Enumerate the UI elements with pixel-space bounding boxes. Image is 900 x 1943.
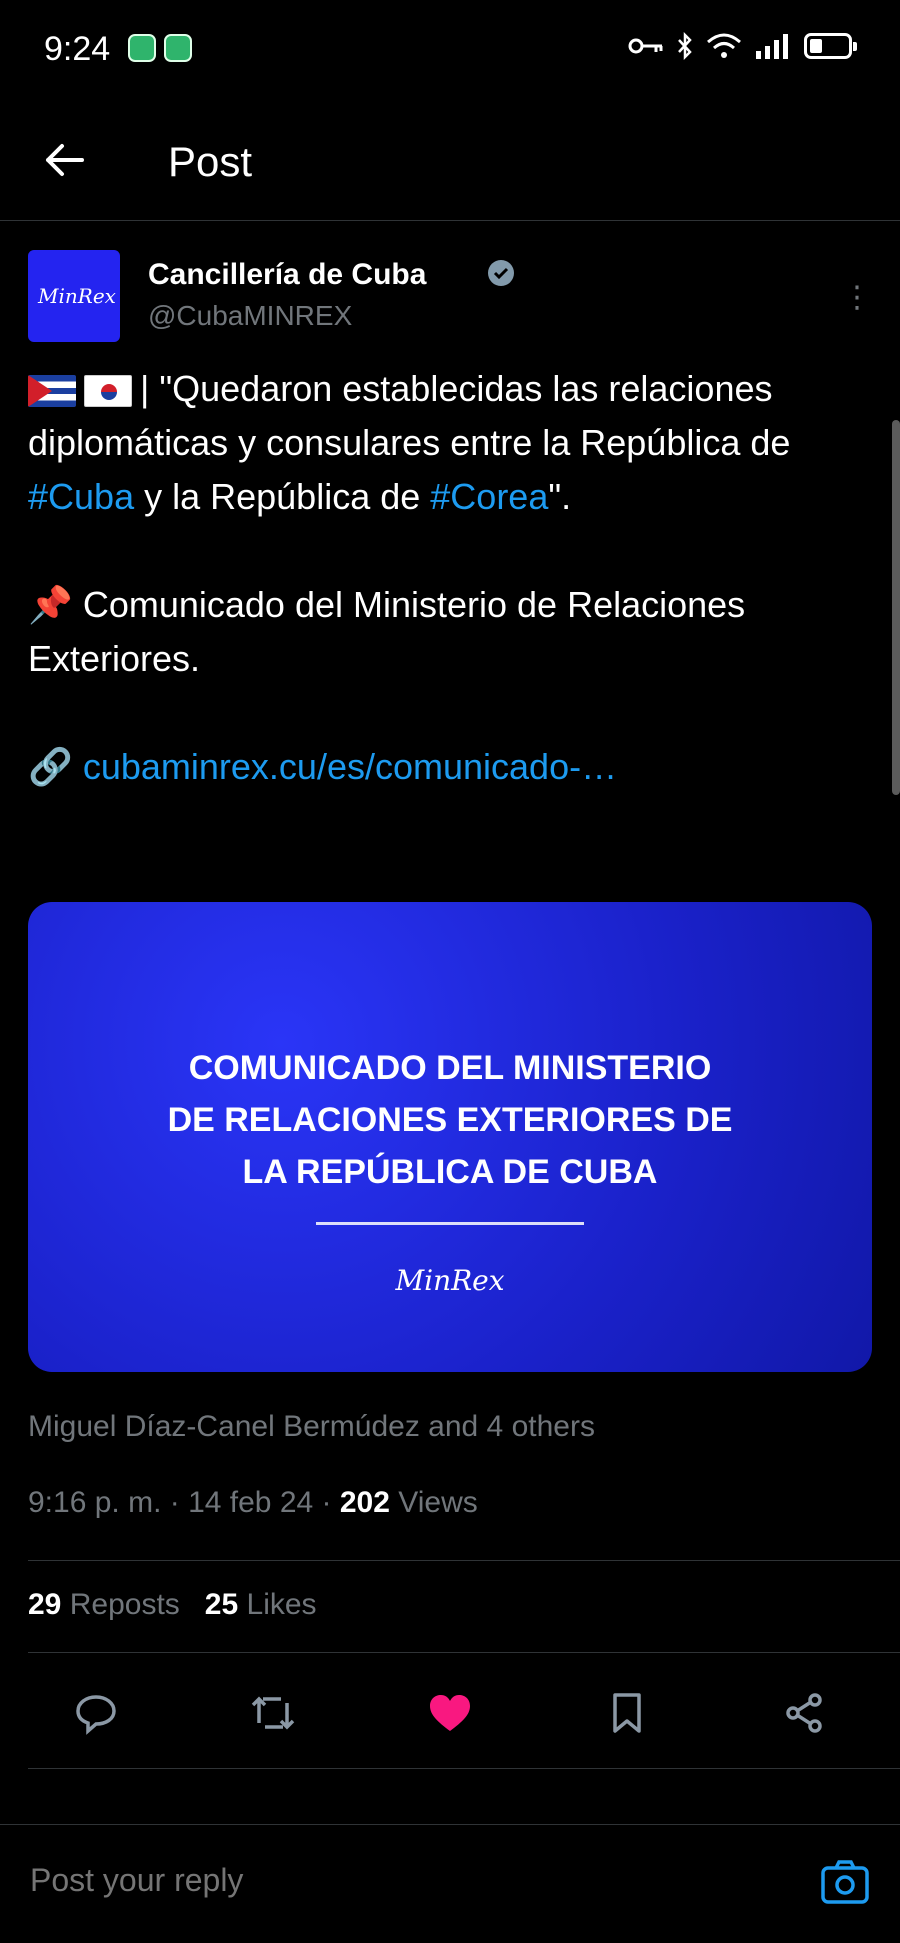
image-text: COMUNICADO DEL MINISTERIO DE RELACIONES … [28,1042,872,1198]
reposts-count[interactable]: 29 [28,1588,61,1621]
author-name[interactable]: Cancillería de Cuba [148,258,426,292]
post-text: | "Quedaron establecidas las relaciones … [28,362,868,794]
reply-icon [76,1695,116,1735]
bookmark-button[interactable] [599,1685,655,1741]
post-author-row: MinRex Cancillería de Cuba @CubaMINREX ⋮ [28,250,872,346]
share-button[interactable] [776,1685,832,1741]
page-title: Post [168,138,253,185]
action-bar [28,1678,872,1748]
image-text-line: COMUNICADO DEL MINISTERIO [188,1049,712,1087]
author-handle[interactable]: @CubaMINREX [148,300,352,332]
reply-button[interactable] [68,1685,124,1741]
notification-icons [128,34,192,62]
more-options-icon[interactable]: ⋮ [842,280,872,320]
share-icon [786,1693,822,1733]
image-text-line: LA REPÚBLICA DE CUBA [242,1153,658,1191]
status-time: 9:24 [44,30,111,68]
bluetooth-icon [678,32,692,60]
liked-by-text[interactable]: Miguel Díaz-Canel Bermúdez and 4 others [28,1410,595,1444]
notification-app-icon [164,34,192,62]
link-icon: 🔗 [28,746,73,787]
likes-count[interactable]: 25 [205,1588,238,1621]
post-time: 9:16 p. m. [28,1486,162,1519]
wifi-icon [707,33,741,58]
image-divider [316,1222,584,1225]
divider [28,1652,900,1653]
hashtag-cuba-link[interactable]: #Cuba [28,476,134,517]
engagement-stats: 29 Reposts 25 Likes [28,1588,317,1622]
top-app-bar: Post [0,110,900,221]
status-bar: 9:24 [0,0,900,100]
divider [28,1560,900,1561]
post-text-segment: Comunicado del Ministerio de Relaciones … [28,584,746,679]
notification-app-icon [128,34,156,62]
repost-button[interactable] [245,1685,301,1741]
key-icon [628,38,663,54]
reposts-label[interactable]: Reposts [70,1588,180,1621]
post-text-segment: ". [548,476,572,517]
heart-filled-icon [430,1695,470,1731]
post-text-segment: | "Quedaron establecidas las relaciones … [28,368,791,463]
verified-badge-icon [488,260,514,286]
system-icons [628,32,857,60]
reply-bar [0,1824,900,1943]
views-count: 202 [339,1486,390,1519]
image-text-line: DE RELACIONES EXTERIORES DE [167,1101,733,1139]
back-arrow-icon[interactable] [42,138,86,182]
like-button[interactable] [422,1685,478,1741]
hashtag-corea-link[interactable]: #Corea [430,476,548,517]
camera-icon[interactable] [820,1857,870,1907]
avatar-logo-text: MinRex [38,284,116,308]
post-date: 14 feb 24 [188,1486,314,1519]
image-logo: MinRex [395,1264,505,1297]
scrollbar[interactable] [892,420,900,795]
battery-icon [804,33,857,59]
reply-input[interactable] [28,1861,732,1900]
repost-icon [251,1696,295,1730]
likes-label[interactable]: Likes [247,1588,317,1621]
bookmark-icon [613,1693,641,1733]
divider [28,1768,900,1769]
south-korea-flag-icon [84,375,132,408]
avatar[interactable]: MinRex [28,250,120,342]
post-text-segment: y la República de [134,476,431,517]
pushpin-icon: 📌 [28,584,73,625]
signal-icon [756,34,788,59]
post-meta: 9:16 p. m. · 14 feb 24 · 202 Views [28,1486,478,1519]
views-label: Views [398,1486,478,1519]
post-image[interactable]: COMUNICADO DEL MINISTERIO DE RELACIONES … [28,902,872,1372]
cuba-flag-icon [28,375,76,408]
external-link[interactable]: cubaminrex.cu/es/comunicado-… [83,746,617,787]
